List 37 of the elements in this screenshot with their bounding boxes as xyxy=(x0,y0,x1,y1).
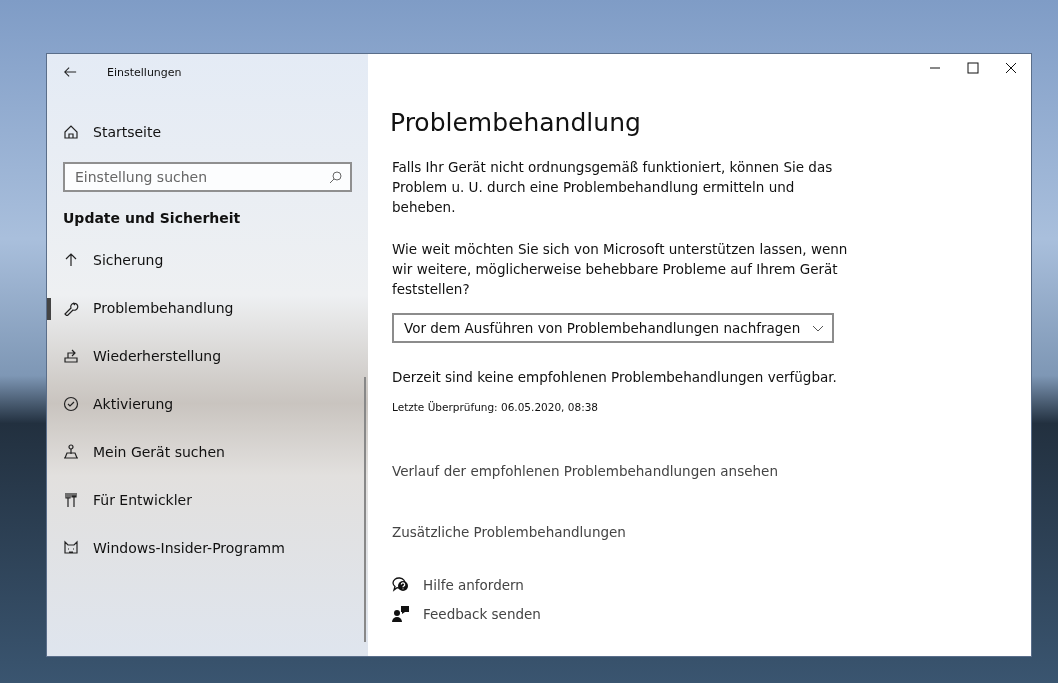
help-link[interactable]: Hilfe anfordern xyxy=(392,576,1011,593)
dropdown[interactable]: Vor dem Ausführen von Problembehandlungen nachfragen xyxy=(392,313,835,343)
back-arrow-icon[interactable] xyxy=(63,65,77,79)
sidebar-item[interactable]: Mein Gerät suchen xyxy=(47,428,368,476)
intro-text: Falls Ihr Gerät nicht ordnungsgemäß funktioniert, können Sie das Problem u. U. durch eine Problembehandlung ermitteln und beheben. xyxy=(392,158,834,217)
question-text: Wie weit möchten Sie sich von Microsoft unterstützen lassen, wenn wir weitere, möglicherweise behebbare Probleme auf Ihrem Gerät feststellen? xyxy=(392,240,849,299)
sidebar-item[interactable]: Problembehandlung xyxy=(47,284,368,332)
status-text: Derzeit sind keine empfohlenen Problembehandlungen verfügbar. xyxy=(392,368,838,387)
cat-icon xyxy=(63,540,79,556)
sidebar-item[interactable]: Für Entwickler xyxy=(47,476,368,524)
wrench-icon xyxy=(63,300,79,316)
link[interactable]: Zusätzliche Problembehandlungen xyxy=(392,524,1011,540)
sidebar-item[interactable]: Sicherung xyxy=(47,236,368,284)
home-nav-item[interactable]: Startseite xyxy=(47,108,368,156)
last-check-text: Letzte Überprüfung: 06.05.2020, 08:38 xyxy=(392,401,600,413)
sidebar-item[interactable]: Windows-Insider-Programm xyxy=(47,524,368,572)
link[interactable]: Verlauf der empfohlenen Problembehandlungen ansehen xyxy=(392,463,1011,479)
home-icon xyxy=(63,124,79,140)
help-chat-icon xyxy=(392,576,409,593)
scrollbar[interactable] xyxy=(364,377,366,642)
help-link[interactable]: Feedback senden xyxy=(392,605,1011,622)
person-pin-icon xyxy=(63,444,79,460)
search-icon xyxy=(329,171,342,184)
tools-icon xyxy=(63,492,79,508)
page-title: Problembehandlung xyxy=(390,108,642,137)
sidebar-item[interactable]: Aktivierung xyxy=(47,380,368,428)
search-field[interactable]: Einstellung suchen xyxy=(63,162,352,192)
chevron-down-icon xyxy=(812,324,825,332)
restore-icon xyxy=(63,348,79,364)
feedback-person-icon xyxy=(392,605,409,622)
window-title: Einstellungen xyxy=(107,65,182,79)
maximize-icon[interactable] xyxy=(967,62,979,74)
up-arrow-icon xyxy=(63,252,79,268)
check-circle-icon xyxy=(63,396,79,412)
sidebar-item[interactable]: Wiederherstellung xyxy=(47,332,368,380)
section-heading: Update und Sicherheit xyxy=(62,209,242,228)
close-icon[interactable] xyxy=(1005,62,1017,74)
